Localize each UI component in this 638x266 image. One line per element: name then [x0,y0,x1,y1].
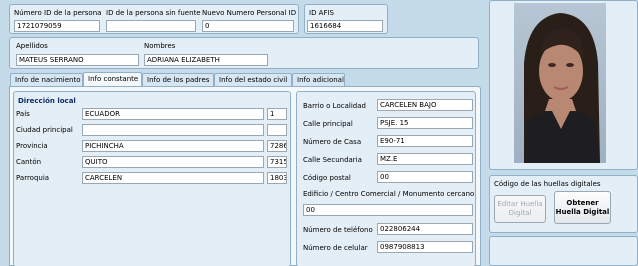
fingerprint-panel: Código de las huellas digitales Editar H… [489,175,638,233]
provincia-code-input[interactable]: 7286 [267,140,287,152]
tab-info-padres[interactable]: Info de los padres [142,73,214,87]
photo-panel [489,0,638,170]
parroquia-input[interactable]: CARCELEN [82,172,264,184]
nuevo-numero-label: Nuevo Numero Personal ID [202,9,297,17]
parroquia-code-input[interactable]: 1803 [267,172,287,184]
canton-code-input[interactable]: 7315 [267,156,287,168]
tab-info-adicional[interactable]: Info adicional [292,73,345,87]
address-details-group: Barrio o Localidad CARCELEN BAJO Calle p… [296,91,476,266]
id-sin-fuente-input[interactable] [106,20,196,32]
afis-input[interactable]: 1616684 [307,20,383,32]
obtain-fingerprint-button[interactable]: Obtener Huella Digital [554,191,611,224]
telefono-label: Número de teléfono [303,226,373,234]
celular-input[interactable]: 0987908813 [377,241,473,253]
tab-info-nacimiento[interactable]: Info de nacimiento [10,73,83,87]
parroquia-label: Parroquia [16,174,50,182]
barrio-label: Barrio o Localidad [303,102,366,110]
numero-id-input[interactable]: 1721079059 [14,20,100,32]
calle-secundaria-input[interactable]: MZ.E [377,153,473,165]
canton-input[interactable]: QUITO [82,156,264,168]
direccion-local-title: Dirección local [18,97,76,105]
celular-label: Número de celular [303,244,368,252]
numero-id-label: Número ID de la persona [14,9,102,17]
tab-content: Dirección local País ECUADOR 1 Ciudad pr… [9,86,481,266]
afis-label: ID AFIS [309,9,335,17]
names-panel: Apellidos MATEUS SERRANO Nombres ADRIANA… [9,37,479,69]
nuevo-numero-input[interactable]: 0 [202,20,294,32]
telefono-input[interactable]: 022806244 [377,223,473,235]
provincia-input[interactable]: PICHINCHA [82,140,264,152]
edificio-label: Edificio / Centro Comercial / Monumento … [303,190,475,198]
bottom-right-panel [489,236,638,266]
tab-info-estado-civil[interactable]: Info del estado civil [214,73,292,87]
calle-principal-input[interactable]: PSJE. 15 [377,117,473,129]
edit-fingerprint-button[interactable]: Editar Huella Digital [494,195,546,223]
provincia-label: Provincia [16,142,48,150]
numero-casa-input[interactable]: E90-71 [377,135,473,147]
calle-principal-label: Calle principal [303,120,353,128]
direccion-local-group: Dirección local País ECUADOR 1 Ciudad pr… [13,91,291,266]
codigo-postal-label: Código postal [303,174,351,182]
fingerprint-title: Código de las huellas digitales [494,180,601,188]
afis-panel: ID AFIS 1616684 [304,4,388,34]
codigo-postal-input[interactable]: 00 [377,171,473,183]
edificio-input[interactable]: 00 [303,204,473,216]
pais-input[interactable]: ECUADOR [82,108,264,120]
numero-casa-label: Número de Casa [303,138,362,146]
apellidos-input[interactable]: MATEUS SERRANO [16,54,139,66]
id-sin-fuente-label: ID de la persona sin fuente [106,9,201,17]
pais-code-input[interactable]: 1 [267,108,287,120]
ciudad-code-input[interactable] [267,124,287,136]
apellidos-label: Apellidos [16,42,48,50]
nombres-input[interactable]: ADRIANA ELIZABETH [144,54,268,66]
nombres-label: Nombres [144,42,176,50]
calle-secundaria-label: Calle Secundaria [303,156,362,164]
id-panel: Número ID de la persona 1721079059 ID de… [9,4,299,34]
canton-label: Cantón [16,158,42,166]
pais-label: País [16,110,30,118]
tab-info-constante[interactable]: Info constante [83,72,142,87]
ciudad-input[interactable] [82,124,264,136]
barrio-input[interactable]: CARCELEN BAJO [377,99,473,111]
ciudad-label: Ciudad principal [16,126,73,134]
person-photo [514,3,606,163]
